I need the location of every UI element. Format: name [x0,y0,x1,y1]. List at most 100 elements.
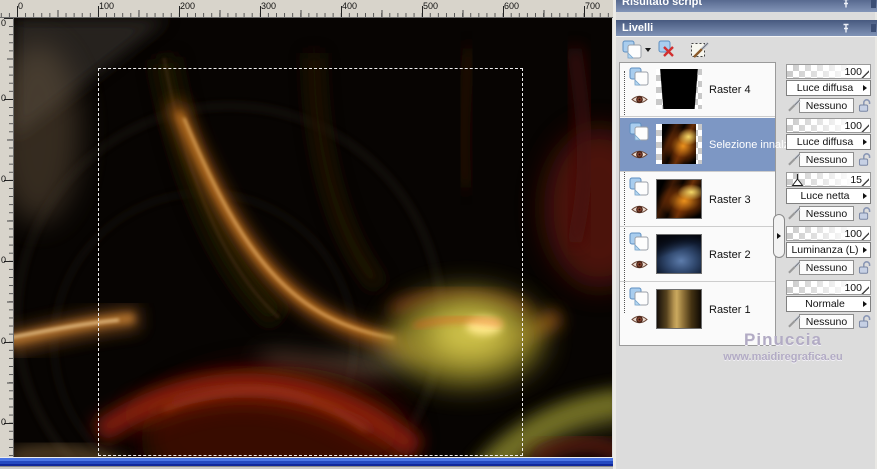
layer-settings-selezione-innalza: 100 Luce diffusa Nessuno [786,118,871,168]
new-layer-icon [622,40,642,59]
resize-handle-icon [861,286,869,294]
ruler-label: 0 [1,18,7,28]
layer-thumbnail[interactable] [656,179,702,219]
link-set-value[interactable]: Nessuno [799,259,854,275]
opacity-slider-handle-icon[interactable] [791,173,804,187]
watermark-name: Pinuccia [744,330,822,349]
layer-name[interactable]: Raster 1 [709,304,751,316]
visibility-eye-icon[interactable] [631,94,648,105]
pin-icon[interactable] [841,0,851,9]
open-padlock-icon[interactable] [858,314,872,329]
vertical-ruler[interactable]: 0 0 0 0 0 0 [0,18,14,457]
open-padlock-icon[interactable] [858,152,872,167]
link-set-row: Nessuno [786,205,871,221]
layer-name[interactable]: Selezione innalza [709,139,795,151]
ruler-label: 200 [180,1,196,11]
ruler-label: 600 [504,1,520,11]
blend-mode-value: Luminanza (L) [791,244,859,256]
layers-panel-title: Livelli [622,22,654,34]
opacity-value[interactable]: 100 [844,120,862,132]
dropdown-arrow-icon [863,301,867,307]
blend-mode-dropdown[interactable]: Normale [786,296,871,312]
visibility-eye-icon[interactable] [631,204,648,215]
selection-marquee[interactable] [98,68,523,456]
layers-titlebar[interactable]: Livelli [616,20,877,37]
layer-row-raster1[interactable]: Raster 1 [620,283,775,337]
brush-icon [788,207,801,220]
layer-thumbnail[interactable] [656,234,702,274]
brush-icon [788,99,801,112]
opacity-slider[interactable]: 100 [786,280,871,295]
link-set-row: Nessuno [786,313,871,329]
visibility-eye-icon[interactable] [631,259,648,270]
panel-left-border [613,0,616,469]
panel-collapse-button[interactable] [773,214,785,258]
opacity-value[interactable]: 100 [844,282,862,294]
edit-selection-icon [691,41,710,58]
script-result-titlebar[interactable]: Risultato script [616,0,877,12]
link-set-row: Nessuno [786,259,871,275]
layer-thumbnail[interactable] [656,124,702,164]
ruler-label: 0 [1,93,7,103]
open-padlock-icon[interactable] [858,98,872,113]
blend-mode-dropdown[interactable]: Luce diffusa [786,80,871,96]
ruler-label: 0 [1,255,7,265]
opacity-slider[interactable]: 100 [786,118,871,133]
new-layer-dropdown-arrow[interactable] [645,47,651,52]
layer-row-raster3[interactable]: Raster 3 [620,173,775,227]
horizontal-ruler[interactable]: 0 100 200 300 400 500 600 700 [0,0,613,18]
layer-thumbnail[interactable] [656,69,702,109]
canvas-area[interactable] [14,18,612,457]
blend-mode-dropdown[interactable]: Luminanza (L) [786,242,871,258]
ruler-label: 0 [1,336,7,346]
layer-row-selezione-innalza[interactable]: Selezione innalza [620,118,795,172]
new-layer-button[interactable] [622,39,651,60]
blend-mode-value: Luce netta [800,190,850,202]
brush-icon [788,261,801,274]
app-window: 0 100 200 300 400 500 600 700 0 0 0 0 0 … [0,0,877,469]
link-set-row: Nessuno [786,97,871,113]
ruler-label: 300 [261,1,277,11]
layer-thumbnail[interactable] [656,289,702,329]
raster-layer-icon [629,232,649,251]
edit-selection-button[interactable] [690,39,712,60]
layers-toolbar [616,37,877,62]
blend-mode-dropdown[interactable]: Luce diffusa [786,134,871,150]
script-result-title: Risultato script [622,0,703,8]
opacity-slider[interactable]: 15 [786,172,871,187]
link-set-value[interactable]: Nessuno [799,313,854,329]
layer-row-raster2[interactable]: Raster 2 [620,228,775,282]
blend-mode-dropdown[interactable]: Luce netta [786,188,871,204]
ruler-label: 400 [342,1,358,11]
layer-row-raster4[interactable]: Raster 4 [620,63,775,117]
open-padlock-icon[interactable] [858,260,872,275]
open-padlock-icon[interactable] [858,206,872,221]
resize-handle-icon [861,70,869,78]
right-arrow-icon [777,233,781,239]
layer-name[interactable]: Raster 3 [709,194,751,206]
clipped-panel-icon [871,0,876,8]
link-set-value[interactable]: Nessuno [799,205,854,221]
opacity-slider[interactable]: 100 [786,64,871,79]
ruler-label: 700 [585,1,601,11]
layer-name[interactable]: Raster 2 [709,249,751,261]
visibility-eye-icon[interactable] [631,149,648,160]
ruler-label: 0 [1,417,7,427]
layer-settings-raster4: 100 Luce diffusa Nessuno [786,64,871,114]
opacity-value[interactable]: 100 [844,228,862,240]
ruler-label: 500 [423,1,439,11]
opacity-slider[interactable]: 100 [786,226,871,241]
dropdown-arrow-icon [863,193,867,199]
link-set-value[interactable]: Nessuno [799,151,854,167]
window-bottom-edge [0,457,613,469]
pin-icon[interactable] [841,23,851,34]
link-set-value[interactable]: Nessuno [799,97,854,113]
visibility-eye-icon[interactable] [631,314,648,325]
delete-layer-button[interactable] [657,39,677,60]
layer-name[interactable]: Raster 4 [709,84,751,96]
opacity-value[interactable]: 100 [844,66,862,78]
layer-list: Raster 4 Selezione innalza Raster 3 Rast… [619,62,795,346]
brush-icon [788,153,801,166]
raster-layer-icon [629,67,649,86]
blend-mode-value: Luce diffusa [796,136,854,148]
